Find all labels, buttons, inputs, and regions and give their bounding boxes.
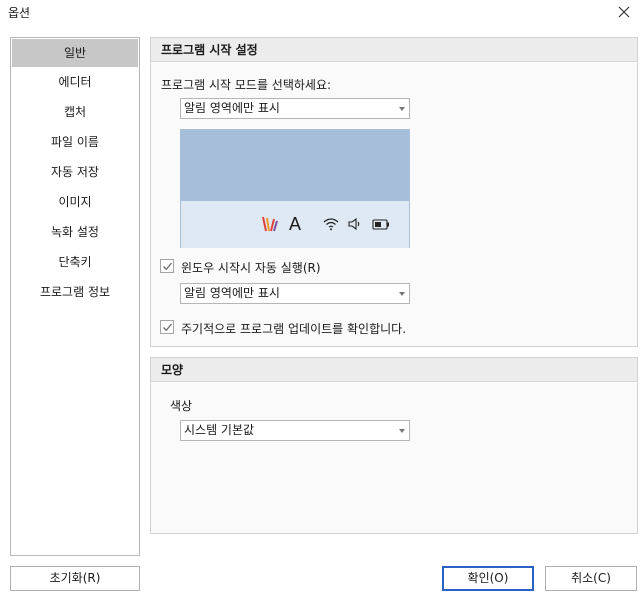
- update-check-label[interactable]: 주기적으로 프로그램 업데이트를 확인합니다.: [181, 320, 406, 337]
- close-icon: [618, 6, 630, 18]
- sidebar-item-about[interactable]: 프로그램 정보: [12, 278, 138, 306]
- update-check-checkbox[interactable]: [160, 320, 174, 334]
- tray-preview: A: [180, 129, 410, 248]
- wifi-icon: [323, 218, 339, 231]
- chevron-down-icon: [399, 107, 405, 111]
- color-select[interactable]: 시스템 기본값: [180, 420, 410, 441]
- startup-settings-header: 프로그램 시작 설정: [151, 38, 637, 62]
- chevron-down-icon: [399, 429, 405, 433]
- sidebar-item-autosave[interactable]: 자동 저장: [12, 158, 138, 186]
- sidebar-item-file-name[interactable]: 파일 이름: [12, 128, 138, 156]
- windows-startup-mode-select[interactable]: 알림 영역에만 표시: [180, 283, 410, 304]
- sidebar-item-recording[interactable]: 녹화 설정: [12, 218, 138, 246]
- cancel-button[interactable]: 취소(C): [545, 566, 637, 591]
- battery-icon: [372, 219, 389, 230]
- appearance-panel: 모양: [150, 357, 638, 534]
- title-bar: 옵션: [0, 0, 644, 26]
- sidebar-item-capture[interactable]: 캡처: [12, 98, 138, 126]
- close-button[interactable]: [616, 4, 632, 20]
- color-label: 색상: [170, 399, 193, 413]
- checkmark-icon: [163, 262, 173, 271]
- ok-button[interactable]: 확인(O): [442, 566, 534, 591]
- reset-button[interactable]: 초기화(R): [10, 566, 140, 591]
- startup-mode-value: 알림 영역에만 표시: [184, 101, 280, 115]
- window-title: 옵션: [8, 6, 31, 20]
- input-language-icon: A: [289, 214, 302, 234]
- desktop-preview-area: [181, 130, 409, 201]
- options-dialog: 옵션 일반 에디터 캡처 파일 이름 자동 저장 이미지 녹화 설정 단축키 프…: [0, 0, 644, 598]
- sidebar-item-editor[interactable]: 에디터: [12, 68, 138, 96]
- app-logo-icon: [262, 216, 278, 232]
- volume-icon: [348, 217, 360, 231]
- sidebar-item-general[interactable]: 일반: [12, 39, 138, 67]
- appearance-header: 모양: [151, 358, 637, 382]
- startup-mode-label: 프로그램 시작 모드를 선택하세요:: [161, 78, 332, 92]
- windows-startup-checkbox[interactable]: [160, 259, 174, 273]
- startup-mode-select[interactable]: 알림 영역에만 표시: [180, 98, 410, 119]
- sidebar-nav: 일반 에디터 캡처 파일 이름 자동 저장 이미지 녹화 설정 단축키 프로그램…: [10, 37, 140, 556]
- windows-startup-mode-value: 알림 영역에만 표시: [184, 286, 280, 300]
- checkmark-icon: [163, 323, 173, 332]
- color-value: 시스템 기본값: [184, 423, 255, 437]
- sidebar-item-image[interactable]: 이미지: [12, 188, 138, 216]
- chevron-down-icon: [399, 292, 405, 296]
- sidebar-item-shortcuts[interactable]: 단축키: [12, 248, 138, 276]
- windows-startup-label[interactable]: 윈도우 시작시 자동 실행(R): [181, 259, 321, 276]
